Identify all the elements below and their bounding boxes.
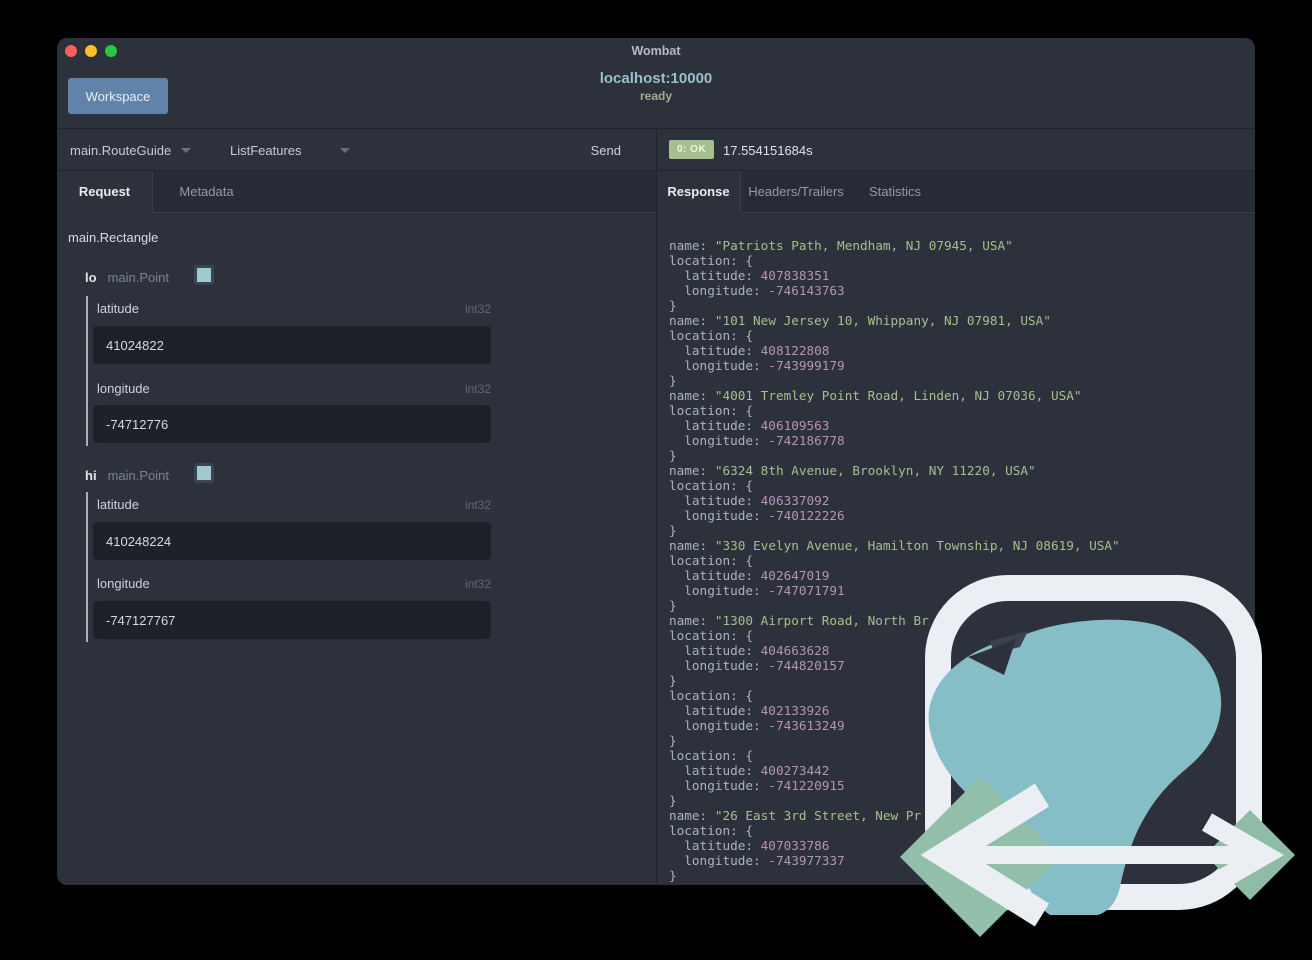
chevron-down-icon: [339, 147, 350, 153]
response-line: name: "101 New Jersey 10, Whippany, NJ 0…: [669, 313, 1051, 328]
service-select-label: main.RouteGuide: [70, 142, 172, 158]
field-toggle-hi[interactable]: [194, 463, 214, 483]
message-type-label: main.Rectangle: [68, 230, 159, 245]
field-row-hi: hi main.Point: [85, 465, 169, 485]
toolbar-left: main.RouteGuide ListFeatures Send: [57, 129, 656, 171]
chevron-down-icon: [181, 147, 192, 153]
response-line: name: "1300 Airport Road, North Br: [669, 613, 929, 628]
response-line: location: {: [669, 628, 754, 643]
response-line: longitude: -742186778: [669, 433, 845, 448]
response-body: name: "Patriots Path, Mendham, NJ 07945,…: [669, 238, 1120, 883]
tab-headers-trailers[interactable]: Headers/Trailers: [741, 171, 851, 213]
titlebar: Wombat: [57, 38, 1255, 64]
response-line: name: "4001 Tremley Point Road, Linden, …: [669, 388, 1082, 403]
response-line: latitude: 402647019: [669, 568, 830, 583]
screen: Wombat Workspace localhost:10000 ready m…: [0, 0, 1312, 960]
app-header: Workspace localhost:10000 ready: [57, 64, 1255, 129]
response-line: location: {: [669, 328, 754, 343]
response-line: longitude: -743977337: [669, 853, 845, 868]
request-tabstrip: Request Metadata: [57, 171, 656, 213]
toolbar-right: 0: OK 17.554151684s: [657, 129, 1255, 171]
field-type-label: int32: [464, 498, 491, 512]
response-line: name: "330 Evelyn Avenue, Hamilton Towns…: [669, 538, 1120, 553]
response-line: location: {: [669, 748, 754, 763]
response-line: name: "26 East 3rd Street, New Pr: [669, 808, 922, 823]
service-select[interactable]: main.RouteGuide: [70, 129, 192, 171]
response-line: }: [669, 523, 677, 538]
send-button[interactable]: Send: [591, 129, 621, 171]
response-line: longitude: -746143763: [669, 283, 845, 298]
tab-metadata[interactable]: Metadata: [153, 171, 260, 213]
response-line: }: [669, 868, 677, 883]
response-line: latitude: 402133926: [669, 703, 830, 718]
latitude-input-lo[interactable]: [93, 326, 491, 364]
response-line: location: {: [669, 823, 754, 838]
response-line: }: [669, 373, 677, 388]
response-line: name: "Patriots Path, Mendham, NJ 07945,…: [669, 238, 1013, 253]
response-line: location: {: [669, 403, 754, 418]
response-line: latitude: 406109563: [669, 418, 830, 433]
server-address: localhost:10000: [599, 70, 713, 87]
response-line: name: "6324 8th Avenue, Brooklyn, NY 112…: [669, 463, 1036, 478]
field-row-lo: lo main.Point: [85, 267, 169, 287]
server-status: ready: [639, 89, 673, 103]
field-name: hi: [85, 467, 97, 483]
field-type-label: int32: [464, 577, 491, 591]
response-line: longitude: -744820157: [669, 658, 845, 673]
response-line: location: {: [669, 478, 754, 493]
nesting-line: [86, 296, 88, 446]
response-line: longitude: -741220915: [669, 778, 845, 793]
response-line: }: [669, 448, 677, 463]
window-title: Wombat: [631, 44, 681, 58]
tab-request[interactable]: Request: [57, 171, 153, 213]
method-select[interactable]: ListFeatures: [230, 129, 350, 171]
response-line: location: {: [669, 253, 754, 268]
tab-response[interactable]: Response: [657, 171, 741, 213]
response-tabstrip: Response Headers/Trailers Statistics: [657, 171, 1255, 213]
nesting-line: [86, 492, 88, 642]
field-type: main.Point: [107, 467, 169, 483]
request-panel: Request Metadata main.Rectangle lo main.…: [57, 171, 656, 885]
response-line: location: {: [669, 688, 754, 703]
tab-statistics[interactable]: Statistics: [851, 171, 939, 213]
field-name: lo: [85, 269, 97, 285]
response-line: latitude: 404663628: [669, 643, 830, 658]
response-line: }: [669, 733, 677, 748]
response-line: longitude: -740122226: [669, 508, 845, 523]
response-view: name: "Patriots Path, Mendham, NJ 07945,…: [657, 213, 1255, 885]
field-type: main.Point: [107, 269, 169, 285]
response-line: longitude: -747071791: [669, 583, 845, 598]
server-info: localhost:10000 ready: [57, 70, 1255, 103]
response-line: }: [669, 598, 677, 613]
app-window: Wombat Workspace localhost:10000 ready m…: [57, 38, 1255, 885]
response-line: latitude: 407838351: [669, 268, 830, 283]
response-line: longitude: -743999179: [669, 358, 845, 373]
response-line: longitude: -743613249: [669, 718, 845, 733]
call-duration: 17.554151684s: [723, 142, 813, 158]
field-type-label: int32: [464, 382, 491, 396]
longitude-input-lo[interactable]: [93, 405, 491, 443]
response-line: }: [669, 673, 677, 688]
response-line: }: [669, 793, 677, 808]
response-line: location: {: [669, 553, 754, 568]
response-line: latitude: 400273442: [669, 763, 830, 778]
response-line: }: [669, 298, 677, 313]
response-panel: Response Headers/Trailers Statistics nam…: [657, 171, 1255, 885]
request-form: main.Rectangle lo main.Point latitude in…: [57, 213, 656, 885]
field-toggle-lo[interactable]: [194, 265, 214, 285]
latitude-input-hi[interactable]: [93, 522, 491, 560]
response-line: latitude: 406337092: [669, 493, 830, 508]
status-badge: 0: OK: [669, 140, 715, 159]
response-line: latitude: 408122808: [669, 343, 830, 358]
method-select-label: ListFeatures: [230, 142, 302, 158]
longitude-input-hi[interactable]: [93, 601, 491, 639]
field-type-label: int32: [464, 302, 491, 316]
response-line: latitude: 407033786: [669, 838, 830, 853]
